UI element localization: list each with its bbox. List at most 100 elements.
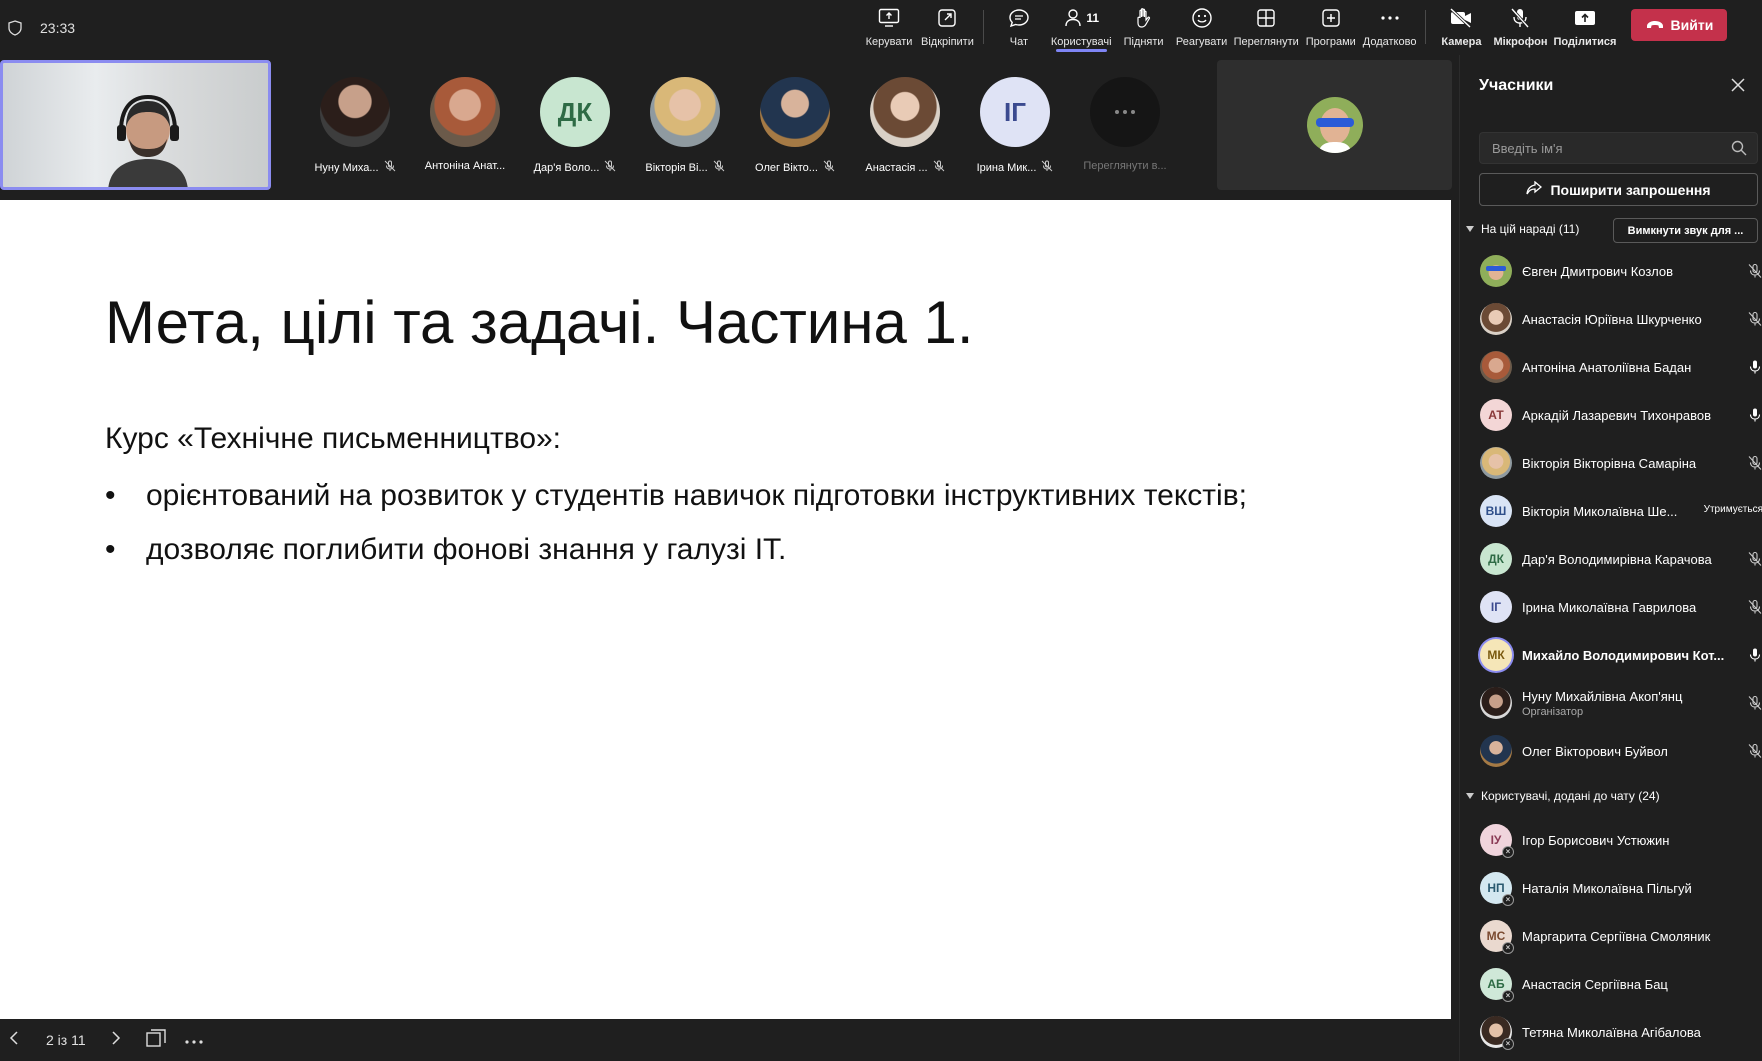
mic-off-icon xyxy=(713,160,725,175)
mic-label: Мікрофон xyxy=(1493,36,1548,48)
tile-name-row: Олег Вікто... xyxy=(755,160,835,175)
teams-meeting-window: 23:33 Керувати Відкріпити Чат 11 Користу… xyxy=(0,0,1762,1061)
camera-toggle-button[interactable]: Камера xyxy=(1432,0,1490,55)
participant-tile[interactable]: Вікторія Ві... xyxy=(630,55,740,175)
participant-initials-avatar: МК xyxy=(1480,639,1512,671)
avatar-initials: НП xyxy=(1487,881,1505,895)
more-icon xyxy=(1380,6,1400,30)
mic-off-icon xyxy=(1041,160,1053,175)
participant-row[interactable]: АТ Аркадій Лазаревич Тихонравов xyxy=(1460,391,1762,439)
participant-row[interactable]: Євген Дмитрович Козлов xyxy=(1460,247,1762,295)
participant-row[interactable]: ІУ × Ігор Борисович Устюжин xyxy=(1460,816,1762,864)
slide-page-indicator: 2 із 11 xyxy=(46,1032,86,1048)
participant-role: Організатор xyxy=(1522,705,1584,718)
presenter-silhouette xyxy=(108,94,188,187)
participant-name: Анастасія Сергіївна Бац xyxy=(1522,976,1668,992)
mic-off-icon xyxy=(1747,599,1762,620)
close-panel-button[interactable] xyxy=(1728,75,1748,95)
chat-button[interactable]: Чат xyxy=(990,0,1048,55)
slide-title: Мета, цілі та задачі. Частина 1. xyxy=(105,289,974,356)
react-icon xyxy=(1191,6,1213,30)
participant-row[interactable]: ДК Дар'я Володимирівна Карачова xyxy=(1460,535,1762,583)
participant-name: Антоніна Анатоліївна Бадан xyxy=(1522,359,1692,375)
presenter-video[interactable] xyxy=(0,60,271,190)
mic-off-icon xyxy=(933,160,945,175)
in-meeting-section-toggle[interactable]: На цій нараді (11) xyxy=(1465,222,1579,236)
mic-off-icon xyxy=(1747,695,1762,716)
participant-row[interactable]: МС × Маргарита Сергіївна Смоляник xyxy=(1460,912,1762,960)
tile-name: Олег Вікто... xyxy=(755,161,818,174)
participant-row[interactable]: Вікторія Вікторівна Самаріна xyxy=(1460,439,1762,487)
mic-off-icon xyxy=(1747,551,1762,572)
more-options-button[interactable]: Додатково xyxy=(1360,0,1420,55)
meeting-toolbar: 23:33 Керувати Відкріпити Чат 11 Користу… xyxy=(0,0,1762,55)
share-link-icon xyxy=(1526,180,1543,198)
leave-button[interactable]: Вийти xyxy=(1631,9,1728,41)
participant-spotlight-tile[interactable] xyxy=(1217,60,1452,190)
tile-name-row: Дар'я Воло... xyxy=(534,160,617,175)
tile-name: Антоніна Анат... xyxy=(424,160,506,172)
next-slide-button[interactable] xyxy=(102,1019,130,1061)
mic-off-icon xyxy=(823,160,835,175)
offline-status-icon: × xyxy=(1502,1038,1514,1050)
participant-tile[interactable]: Олег Вікто... xyxy=(740,55,850,175)
apps-label: Програми xyxy=(1305,36,1356,48)
mic-toggle-button[interactable]: Мікрофон xyxy=(1490,0,1550,55)
participant-tile[interactable]: Антоніна Анат... xyxy=(410,55,520,175)
react-button[interactable]: Реагувати xyxy=(1173,0,1231,55)
view-button[interactable]: Переглянути xyxy=(1231,0,1302,55)
tile-name: Анастасія ... xyxy=(865,161,928,174)
raise-hand-button[interactable]: Підняти xyxy=(1115,0,1173,55)
phone-hangup-icon xyxy=(1646,17,1664,33)
participant-row[interactable]: Олег Вікторович Буйвол xyxy=(1460,727,1762,775)
mic-off-icon xyxy=(1510,6,1530,30)
participant-row[interactable]: Анастасія Юріївна Шкурченко xyxy=(1460,295,1762,343)
participant-tile[interactable]: ІГ Ірина Мик... xyxy=(960,55,1070,175)
slide-overview-button[interactable] xyxy=(136,1019,176,1061)
tile-name-row: Вікторія Ві... xyxy=(645,160,724,175)
people-button[interactable]: 11 Користувачі xyxy=(1048,0,1115,55)
mic-off-icon xyxy=(604,160,616,175)
participant-initials-avatar: АТ xyxy=(1480,399,1512,431)
meeting-timer: 23:33 xyxy=(40,19,76,36)
slide-more-button[interactable] xyxy=(176,1019,212,1061)
participant-row[interactable]: × Тетяна Миколаївна Агібалова xyxy=(1460,1008,1762,1056)
participant-row[interactable]: Антоніна Анатоліївна Бадан xyxy=(1460,343,1762,391)
tile-name-row: Нуну Миха... xyxy=(314,160,395,175)
participant-tile[interactable]: ДК Дар'я Воло... xyxy=(520,55,630,175)
chat-added-header: Користувачі, додані до чату (24) xyxy=(1481,789,1660,803)
previous-slide-button[interactable] xyxy=(0,1019,28,1061)
participant-tiles: Нуну Миха... Антоніна Анат... ДК Дар'я В… xyxy=(300,55,1180,175)
search-input[interactable] xyxy=(1480,133,1720,163)
participant-row[interactable]: АБ × Анастасія Сергіївна Бац xyxy=(1460,960,1762,1008)
participant-tile[interactable]: Анастасія ... xyxy=(850,55,960,175)
popout-button[interactable]: Відкріпити xyxy=(918,0,977,55)
mic-off-icon xyxy=(1747,311,1762,332)
present-button[interactable]: Керувати xyxy=(860,0,918,55)
participant-row[interactable]: НП × Наталія Миколаївна Пільгуй xyxy=(1460,864,1762,912)
slide-bullet: орієнтований на розвиток у студентів нав… xyxy=(105,476,1285,516)
participant-row[interactable]: ІГ Ірина Миколаївна Гаврилова xyxy=(1460,583,1762,631)
participant-initials-avatar: АБ × xyxy=(1480,968,1514,1002)
participant-initials-avatar: МС × xyxy=(1480,920,1514,954)
popout-icon xyxy=(937,6,957,30)
apps-button[interactable]: Програми xyxy=(1302,0,1360,55)
participant-row[interactable]: ВШ Вікторія Миколаївна Ше... Утримується xyxy=(1460,487,1762,535)
present-icon xyxy=(878,6,900,30)
slide-bullet: дозволяє поглибити фонові знання у галуз… xyxy=(105,530,1285,570)
chat-added-section-toggle[interactable]: Користувачі, додані до чату (24) xyxy=(1465,789,1660,803)
presentation-slide: Мета, цілі та задачі. Частина 1. Курс «Т… xyxy=(0,200,1451,1019)
in-meeting-list: Євген Дмитрович Козлов Анастасія Юріївна… xyxy=(1460,247,1762,775)
participant-name: Михайло Володимирович Кот... xyxy=(1522,647,1725,663)
tile-name-row: Переглянути в... xyxy=(1083,160,1166,172)
share-invite-button[interactable]: Поширити запрошення xyxy=(1479,173,1758,206)
offline-status-icon: × xyxy=(1502,894,1514,906)
participant-tile[interactable]: Нуну Миха... xyxy=(300,55,410,175)
view-all-participants-tile[interactable]: Переглянути в... xyxy=(1070,55,1180,175)
participant-row-self[interactable]: МК Михайло Володимирович Кот... xyxy=(1460,631,1762,679)
mute-all-button[interactable]: Вимкнути звук для ... xyxy=(1613,218,1758,243)
participant-row[interactable]: Нуну Михайлівна Акоп'янц Організатор xyxy=(1460,679,1762,727)
raise-hand-icon xyxy=(1134,6,1154,30)
share-button[interactable]: Поділитися xyxy=(1550,0,1619,55)
tile-name: Дар'я Воло... xyxy=(533,161,600,174)
